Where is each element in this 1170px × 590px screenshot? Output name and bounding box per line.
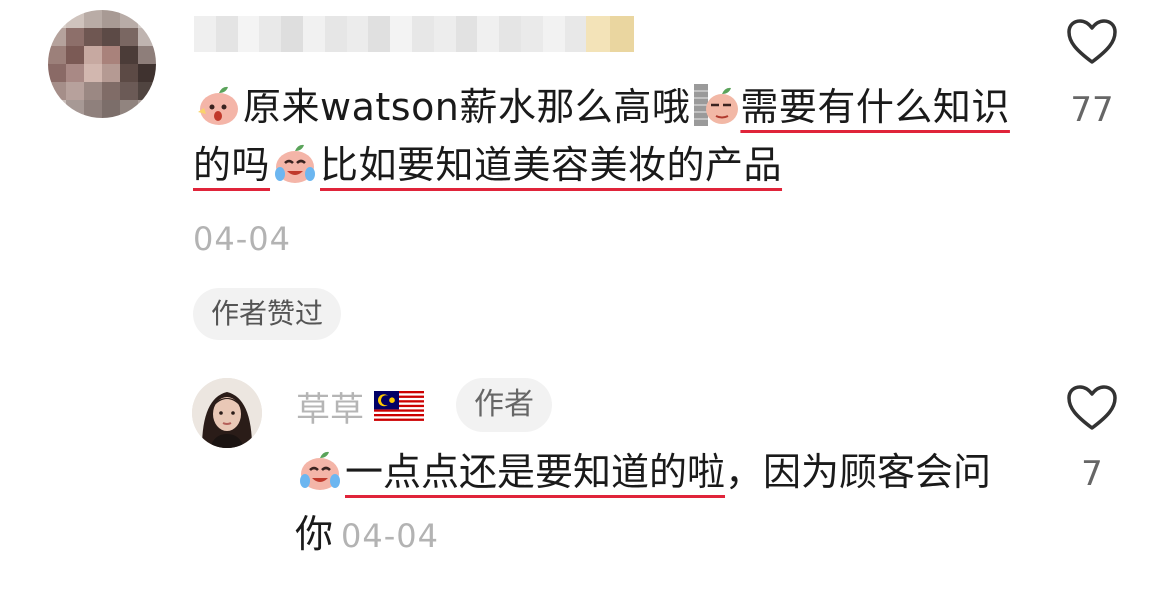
crying-laugh-peach-icon — [300, 451, 340, 490]
comment-text-part1: 原来watson薪水那么高哦 — [243, 85, 691, 129]
author-liked-badge: 作者赞过 — [193, 288, 342, 340]
reply-username-text[interactable]: 草草 — [296, 382, 364, 431]
comment-text-part3: 比如要知道美容美妆的产品 — [320, 143, 783, 187]
reply-like-button[interactable]: 7 — [1062, 384, 1122, 494]
comment-date: 04-04 — [193, 220, 291, 258]
surprised-peach-icon — [198, 86, 238, 125]
heart-icon[interactable] — [1066, 18, 1118, 66]
reply-body: 一点点还是要知道的啦，因为顾客会问你 04-04 — [295, 441, 1015, 567]
author-tag: 作者 — [456, 378, 552, 432]
reply-username[interactable]: 草草 — [296, 382, 424, 431]
crying-laugh-peach-icon — [275, 144, 316, 183]
peeking-peach-icon — [694, 84, 739, 126]
comment-like-count: 77 — [1070, 90, 1114, 130]
malaysia-flag-icon — [374, 390, 424, 423]
heart-icon[interactable] — [1066, 384, 1118, 432]
reply-avatar[interactable] — [192, 378, 262, 448]
commenter-avatar[interactable] — [48, 10, 156, 118]
reply-text-underlined: 一点点还是要知道的啦 — [345, 450, 726, 494]
comment-thread: 原来watson薪水那么高哦 需要有什么知识的吗 比如要知道美容美妆的产品 04… — [0, 0, 1170, 590]
username-blurred[interactable] — [194, 14, 634, 54]
comment-body: 原来watson薪水那么高哦 需要有什么知识的吗 比如要知道美容美妆的产品 — [193, 78, 1023, 194]
reply-like-count: 7 — [1081, 454, 1103, 494]
comment-like-button[interactable]: 77 — [1062, 18, 1122, 130]
reply-date: 04-04 — [341, 517, 439, 555]
